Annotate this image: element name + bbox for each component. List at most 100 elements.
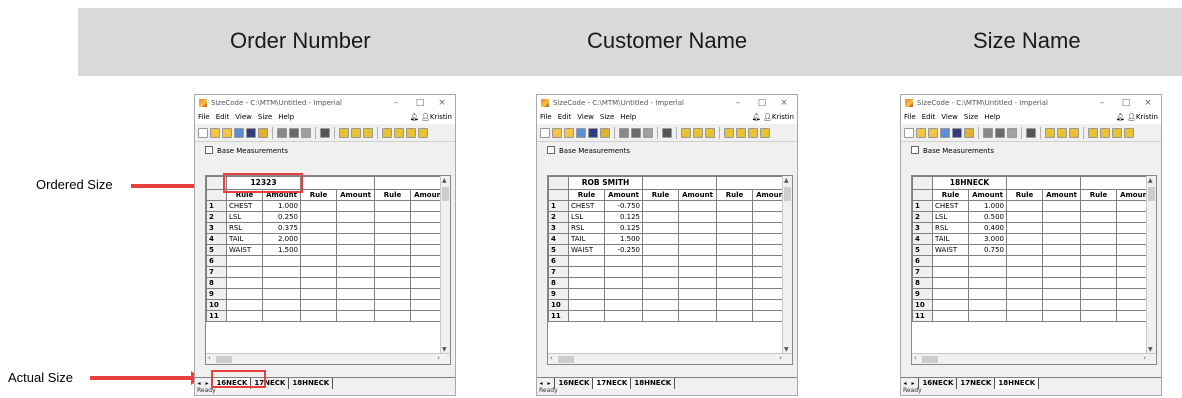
menu-item[interactable]: Help xyxy=(984,113,1000,121)
toolbar-button-icon[interactable] xyxy=(760,127,770,138)
toolbar-button-icon[interactable] xyxy=(1088,127,1098,138)
scroll-thumb[interactable] xyxy=(1148,187,1155,201)
rule-cell[interactable] xyxy=(642,266,679,278)
scroll-up-icon[interactable]: ▲ xyxy=(442,177,447,184)
base-measurements-checkbox[interactable] xyxy=(205,146,213,154)
menu-item[interactable]: Help xyxy=(278,113,294,121)
rule-cell[interactable] xyxy=(932,299,969,311)
rule-cell[interactable] xyxy=(1006,211,1043,223)
rule-cell[interactable] xyxy=(568,288,605,300)
rule-cell[interactable] xyxy=(374,222,411,234)
toolbar-button-icon[interactable] xyxy=(619,127,629,138)
toolbar-button-icon[interactable] xyxy=(289,127,299,138)
bell-icon[interactable]: 🔔︎ xyxy=(410,113,419,121)
rule-cell[interactable] xyxy=(642,310,679,322)
rule-cell[interactable] xyxy=(300,222,337,234)
size-header-cell-empty[interactable] xyxy=(374,176,449,190)
toolbar-button-icon[interactable] xyxy=(928,127,938,138)
size-header-cell-empty[interactable] xyxy=(1080,176,1155,190)
toolbar-button-icon[interactable] xyxy=(736,127,746,138)
rule-cell[interactable] xyxy=(1080,222,1117,234)
amount-cell[interactable] xyxy=(336,288,375,300)
rule-cell[interactable] xyxy=(932,288,969,300)
size-header-cell[interactable]: 18HNECK xyxy=(932,176,1007,190)
toolbar-button-icon[interactable] xyxy=(1045,127,1055,138)
amount-cell[interactable] xyxy=(336,244,375,256)
base-measurements-toggle[interactable]: Base Measurements xyxy=(195,142,455,160)
rule-cell[interactable] xyxy=(1080,200,1117,212)
rule-cell[interactable] xyxy=(568,299,605,311)
rule-cell[interactable] xyxy=(300,211,337,223)
rule-cell[interactable] xyxy=(1080,255,1117,267)
horizontal-scrollbar[interactable]: ‹ › xyxy=(206,353,450,364)
rule-cell[interactable] xyxy=(374,310,411,322)
amount-cell[interactable]: 0.125 xyxy=(604,222,643,234)
rule-cell[interactable] xyxy=(716,288,753,300)
toolbar-button-icon[interactable] xyxy=(301,127,311,138)
scroll-thumb[interactable] xyxy=(922,356,938,363)
amount-cell[interactable] xyxy=(1042,233,1081,245)
toolbar-button-icon[interactable] xyxy=(600,127,610,138)
rule-cell[interactable] xyxy=(226,277,263,289)
toolbar-button-icon[interactable] xyxy=(246,127,256,138)
scroll-right-icon[interactable]: › xyxy=(1143,354,1146,362)
scroll-thumb[interactable] xyxy=(558,356,574,363)
toolbar-button-icon[interactable] xyxy=(1057,127,1067,138)
rule-cell[interactable] xyxy=(374,266,411,278)
toolbar-button-icon[interactable] xyxy=(394,127,404,138)
rule-cell[interactable] xyxy=(716,211,753,223)
amount-cell[interactable] xyxy=(1042,222,1081,234)
user-indicator[interactable]: 🔔︎ 👤︎Kristin xyxy=(410,111,452,124)
amount-cell[interactable]: 3.000 xyxy=(968,233,1007,245)
toolbar-button-icon[interactable] xyxy=(382,127,392,138)
amount-cell[interactable]: 1.500 xyxy=(604,233,643,245)
scroll-thumb[interactable] xyxy=(216,356,232,363)
amount-cell[interactable] xyxy=(262,299,301,311)
amount-cell[interactable] xyxy=(604,299,643,311)
menu-item[interactable]: File xyxy=(198,113,210,121)
toolbar-button-icon[interactable] xyxy=(1112,127,1122,138)
amount-cell[interactable]: 1.500 xyxy=(262,244,301,256)
rule-cell[interactable] xyxy=(374,200,411,212)
rule-cell[interactable] xyxy=(226,255,263,267)
minimize-icon[interactable]: – xyxy=(727,95,749,111)
rule-cell[interactable] xyxy=(374,244,411,256)
menu-item[interactable]: Size xyxy=(600,113,614,121)
amount-cell[interactable] xyxy=(604,288,643,300)
scroll-right-icon[interactable]: › xyxy=(779,354,782,362)
size-header-cell-empty[interactable] xyxy=(716,176,791,190)
rule-cell[interactable] xyxy=(1080,233,1117,245)
rule-cell[interactable]: LSL xyxy=(568,211,605,223)
rule-cell[interactable]: WAIST xyxy=(226,244,263,256)
sizecode-window[interactable]: SizeCode - C:\MTM\Untitled - Imperial – … xyxy=(536,94,798,396)
amount-cell[interactable]: 0.750 xyxy=(968,244,1007,256)
rule-cell[interactable]: LSL xyxy=(226,211,263,223)
rule-cell[interactable] xyxy=(226,288,263,300)
rule-cell[interactable] xyxy=(1006,222,1043,234)
amount-cell[interactable] xyxy=(1042,266,1081,278)
minimize-icon[interactable]: – xyxy=(1091,95,1113,111)
amount-cell[interactable]: 0.250 xyxy=(262,211,301,223)
amount-cell[interactable] xyxy=(678,222,717,234)
rule-cell[interactable]: LSL xyxy=(932,211,969,223)
amount-cell[interactable] xyxy=(678,266,717,278)
amount-cell[interactable]: 2.000 xyxy=(262,233,301,245)
scroll-left-icon[interactable]: ‹ xyxy=(550,354,553,362)
rule-cell[interactable] xyxy=(1006,255,1043,267)
base-measurements-checkbox[interactable] xyxy=(911,146,919,154)
rule-cell[interactable] xyxy=(374,255,411,267)
close-icon[interactable]: × xyxy=(1137,95,1159,111)
amount-cell[interactable] xyxy=(678,244,717,256)
base-measurements-toggle[interactable]: Base Measurements xyxy=(537,142,797,160)
amount-cell[interactable] xyxy=(678,200,717,212)
user-indicator[interactable]: 🔔︎ 👤︎Kristin xyxy=(752,111,794,124)
rule-cell[interactable] xyxy=(226,266,263,278)
amount-cell[interactable] xyxy=(1042,299,1081,311)
amount-cell[interactable]: 0.375 xyxy=(262,222,301,234)
menu-item[interactable]: File xyxy=(540,113,552,121)
amount-cell[interactable] xyxy=(336,211,375,223)
menu-item[interactable]: Size xyxy=(258,113,272,121)
rule-cell[interactable]: RSL xyxy=(568,222,605,234)
rule-cell[interactable] xyxy=(1006,310,1043,322)
amount-cell[interactable] xyxy=(678,288,717,300)
